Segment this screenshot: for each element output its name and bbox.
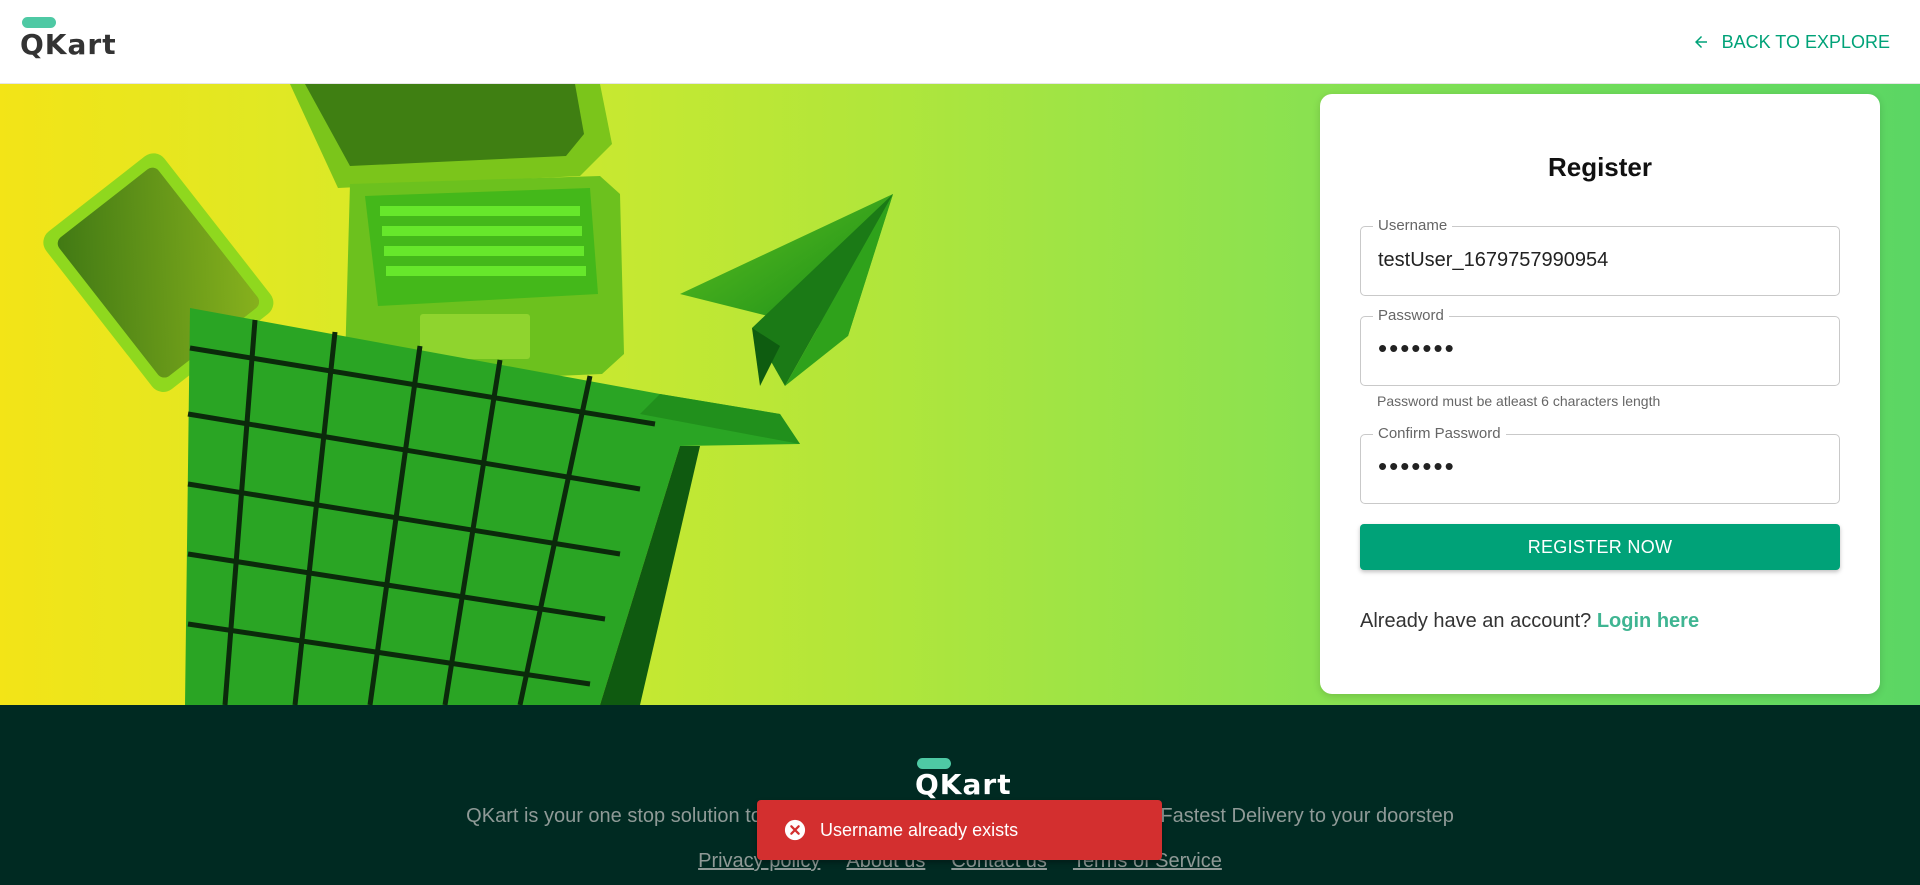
password-field[interactable]: Password •••••••: [1360, 307, 1840, 386]
close-circle-icon: [784, 819, 806, 841]
login-prompt-text: Already have an account?: [1360, 610, 1592, 632]
login-prompt-row: Already have an account? Login here: [1360, 610, 1699, 633]
username-label: Username: [1373, 217, 1453, 234]
app-header: QKart BACK TO EXPLORE: [0, 0, 1920, 84]
logo-text: QKart: [20, 28, 117, 61]
confirm-password-value: •••••••: [1378, 451, 1456, 481]
error-snackbar: Username already exists: [757, 800, 1162, 860]
basket-illustration: [185, 308, 800, 705]
snackbar-message: Username already exists: [820, 819, 1019, 840]
confirm-password-label: Confirm Password: [1373, 425, 1506, 442]
username-field[interactable]: Username testUser_1679757990954: [1360, 217, 1840, 296]
qkart-logo[interactable]: QKart: [20, 17, 140, 67]
logo-pill: [22, 17, 56, 28]
login-here-link[interactable]: Login here: [1597, 610, 1699, 632]
register-card: Register Username testUser_1679757990954…: [1320, 94, 1880, 694]
register-title: Register: [1547, 152, 1653, 182]
password-value: •••••••: [1378, 333, 1456, 363]
arrow-left-icon: [1694, 36, 1707, 48]
register-now-button[interactable]: REGISTER NOW: [1360, 524, 1840, 570]
password-helper-text: Password must be atleast 6 characters le…: [1377, 393, 1661, 409]
back-to-explore-label: BACK TO EXPLORE: [1721, 31, 1890, 52]
password-label: Password: [1373, 307, 1449, 324]
back-to-explore-button[interactable]: BACK TO EXPLORE: [1692, 26, 1890, 58]
shopping-illustration: [43, 84, 893, 705]
paper-plane-illustration: [680, 194, 893, 386]
confirm-password-field[interactable]: Confirm Password •••••••: [1360, 425, 1840, 504]
username-value: testUser_1679757990954: [1378, 249, 1609, 271]
footer-logo-text: QKart: [915, 768, 1012, 801]
